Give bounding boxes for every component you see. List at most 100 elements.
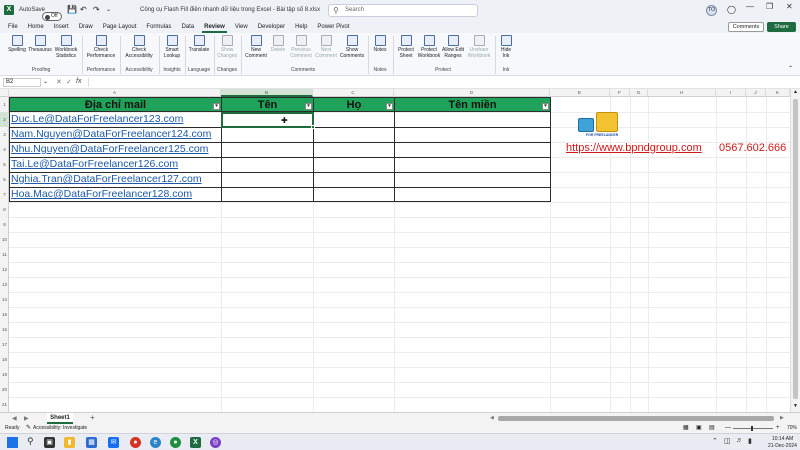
- scroll-left-icon[interactable]: ◀: [490, 415, 494, 421]
- zoom-slider[interactable]: [733, 428, 773, 429]
- excel-logo-icon[interactable]: X: [4, 5, 14, 15]
- previous-comment-button[interactable]: Previous Comment: [288, 35, 314, 59]
- battery-icon[interactable]: ▮: [748, 437, 752, 445]
- new-comment-button[interactable]: New Comment: [243, 35, 269, 59]
- clock-time[interactable]: 10:14 AM: [772, 436, 793, 442]
- email-cell[interactable]: Nghia.Tran@DataForFreelancer127.com: [11, 172, 202, 187]
- column-header[interactable]: G: [630, 89, 648, 97]
- excel-taskbar-icon[interactable]: X: [190, 437, 201, 448]
- store-icon[interactable]: ▦: [86, 437, 97, 448]
- row-header[interactable]: 10: [0, 232, 9, 247]
- tab-home[interactable]: Home: [26, 21, 46, 33]
- column-header[interactable]: A: [9, 89, 221, 97]
- email-cell[interactable]: Duc.Le@DataForFreelancer123.com: [11, 112, 183, 127]
- tab-developer[interactable]: Developer: [256, 21, 287, 33]
- tab-formulas[interactable]: Formulas: [144, 21, 173, 33]
- column-header[interactable]: F: [610, 89, 630, 97]
- row-header[interactable]: 9: [0, 217, 9, 232]
- row-header[interactable]: 12: [0, 262, 9, 277]
- page-break-view-icon[interactable]: ▤: [709, 424, 715, 433]
- zoom-in-icon[interactable]: +: [776, 424, 780, 433]
- column-header[interactable]: B: [221, 89, 313, 97]
- tab-power-pivot[interactable]: Power Pivot: [315, 21, 351, 33]
- sheet-prev-icon[interactable]: ◀: [12, 415, 17, 422]
- edge-icon[interactable]: e: [150, 437, 161, 448]
- autosave-toggle[interactable]: Off: [42, 12, 62, 21]
- translate-button[interactable]: Translate: [187, 35, 211, 53]
- filter-dropdown-icon[interactable]: ▾: [305, 103, 312, 110]
- column-header[interactable]: J: [746, 89, 766, 97]
- fill-handle[interactable]: [311, 125, 315, 129]
- row-header[interactable]: 8: [0, 202, 9, 217]
- file-explorer-icon[interactable]: ▮: [64, 437, 75, 448]
- column-header[interactable]: C: [313, 89, 394, 97]
- email-cell[interactable]: Nam.Nguyen@DataForFreelancer124.com: [11, 127, 211, 142]
- table-header-cell[interactable]: Tên miền ▾: [394, 97, 551, 112]
- row-header[interactable]: 16: [0, 322, 9, 337]
- mail-icon[interactable]: ✉: [108, 437, 119, 448]
- row-header[interactable]: 21: [0, 397, 9, 412]
- select-all-corner[interactable]: [0, 89, 9, 97]
- normal-view-icon[interactable]: ▦: [683, 424, 689, 433]
- tab-insert[interactable]: Insert: [52, 21, 71, 33]
- close-icon[interactable]: ✕: [786, 2, 793, 11]
- table-header-cell[interactable]: Tên ▾: [221, 97, 314, 112]
- comments-button[interactable]: Comments: [728, 22, 764, 32]
- show-changes-button[interactable]: Show Changes: [216, 35, 238, 59]
- column-header[interactable]: K: [766, 89, 790, 97]
- column-header[interactable]: H: [648, 89, 716, 97]
- protect-workbook-button[interactable]: Protect Workbook: [417, 35, 441, 59]
- windows-start-icon[interactable]: [7, 437, 18, 448]
- scroll-right-icon[interactable]: ▶: [780, 415, 784, 421]
- tray-chevron-icon[interactable]: ⌃: [712, 437, 718, 445]
- row-header[interactable]: 20: [0, 382, 9, 397]
- workbook-statistics-button[interactable]: Workbook Statistics: [53, 35, 79, 59]
- column-header[interactable]: D: [394, 89, 550, 97]
- tab-help[interactable]: Help: [293, 21, 309, 33]
- zoom-out-icon[interactable]: —: [725, 424, 731, 433]
- hide-ink-button[interactable]: Hide Ink: [497, 35, 515, 59]
- filter-dropdown-icon[interactable]: ▾: [386, 103, 393, 110]
- row-header[interactable]: 11: [0, 247, 9, 262]
- row-header[interactable]: 15: [0, 307, 9, 322]
- scroll-down-icon[interactable]: ▼: [793, 403, 798, 409]
- formula-input[interactable]: [88, 78, 788, 87]
- sheet-tab-sheet1[interactable]: Sheet1: [47, 413, 73, 424]
- network-icon[interactable]: ◫: [724, 437, 731, 445]
- share-button[interactable]: Share: [767, 22, 796, 32]
- email-cell[interactable]: Tai.Le@DataForFreelancer126.com: [11, 157, 178, 172]
- column-header[interactable]: E: [550, 89, 610, 97]
- thesaurus-button[interactable]: Thesaurus: [28, 35, 52, 53]
- scroll-up-icon[interactable]: ▲: [793, 89, 798, 95]
- row-header[interactable]: 5: [0, 157, 9, 172]
- minimize-icon[interactable]: —: [746, 2, 754, 11]
- row-header[interactable]: 13: [0, 277, 9, 292]
- column-header[interactable]: I: [716, 89, 746, 97]
- vertical-scroll-thumb[interactable]: [793, 99, 798, 399]
- restore-icon[interactable]: ❐: [766, 2, 773, 11]
- filter-dropdown-icon[interactable]: ▾: [213, 103, 220, 110]
- notes-button[interactable]: Notes: [370, 35, 390, 53]
- row-header[interactable]: 6: [0, 172, 9, 187]
- vertical-scrollbar[interactable]: ▲ ▼: [790, 89, 800, 412]
- row-header[interactable]: 19: [0, 367, 9, 382]
- ribbon-collapse-icon[interactable]: ⌃: [788, 65, 793, 72]
- quick-access-chevron-icon[interactable]: ⌄: [106, 6, 111, 13]
- row-header[interactable]: 4: [0, 142, 9, 157]
- undo-icon[interactable]: ↶: [80, 5, 87, 14]
- search-icon[interactable]: ⚲: [27, 436, 34, 447]
- chrome-icon[interactable]: ●: [130, 437, 141, 448]
- check-performance-button[interactable]: Check Performance: [86, 35, 116, 59]
- redo-icon[interactable]: ↷: [93, 5, 100, 14]
- selected-cell[interactable]: [221, 112, 314, 128]
- delete-comment-button[interactable]: Delete: [269, 35, 287, 53]
- table-header-cell[interactable]: Địa chỉ mail ▾: [9, 97, 222, 112]
- cancel-icon[interactable]: ✕: [56, 78, 62, 86]
- row-header[interactable]: 1: [0, 97, 9, 112]
- filter-dropdown-icon[interactable]: ▾: [542, 103, 549, 110]
- next-comment-button[interactable]: Next Comment: [314, 35, 338, 59]
- row-header[interactable]: 7: [0, 187, 9, 202]
- app-taskbar-icon[interactable]: ◎: [210, 437, 221, 448]
- allow-edit-ranges-button[interactable]: Allow Edit Ranges: [441, 35, 465, 59]
- clock-date[interactable]: 21-Dec-2024: [768, 443, 797, 449]
